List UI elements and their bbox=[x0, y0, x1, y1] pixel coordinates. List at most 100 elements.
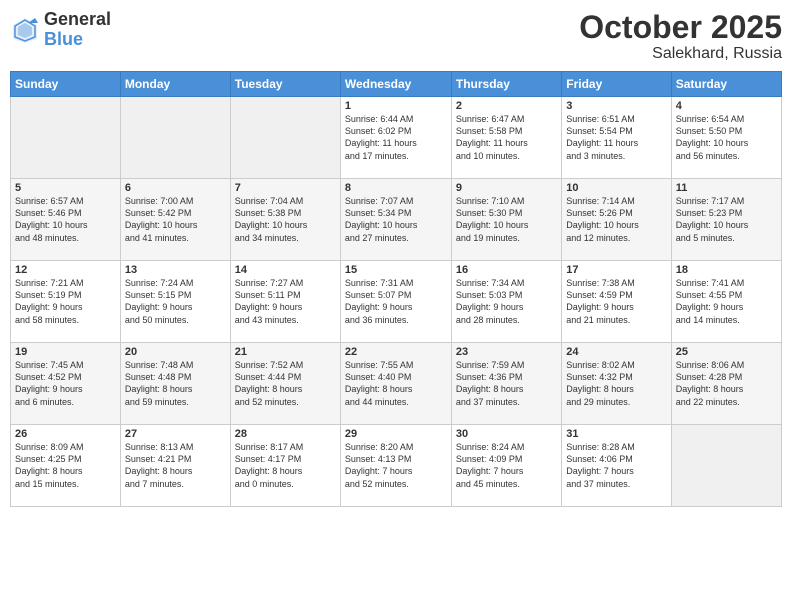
day-cell: 11Sunrise: 7:17 AM Sunset: 5:23 PM Dayli… bbox=[671, 179, 781, 261]
day-info: Sunrise: 6:51 AM Sunset: 5:54 PM Dayligh… bbox=[566, 113, 666, 162]
day-cell: 21Sunrise: 7:52 AM Sunset: 4:44 PM Dayli… bbox=[230, 343, 340, 425]
day-number: 19 bbox=[15, 346, 116, 358]
day-cell: 16Sunrise: 7:34 AM Sunset: 5:03 PM Dayli… bbox=[451, 261, 561, 343]
day-number: 25 bbox=[676, 346, 777, 358]
col-monday: Monday bbox=[120, 72, 230, 97]
col-thursday: Thursday bbox=[451, 72, 561, 97]
day-cell: 26Sunrise: 8:09 AM Sunset: 4:25 PM Dayli… bbox=[11, 425, 121, 507]
day-info: Sunrise: 7:21 AM Sunset: 5:19 PM Dayligh… bbox=[15, 277, 116, 326]
day-number: 18 bbox=[676, 264, 777, 276]
day-cell: 25Sunrise: 8:06 AM Sunset: 4:28 PM Dayli… bbox=[671, 343, 781, 425]
day-cell: 6Sunrise: 7:00 AM Sunset: 5:42 PM Daylig… bbox=[120, 179, 230, 261]
day-info: Sunrise: 7:17 AM Sunset: 5:23 PM Dayligh… bbox=[676, 195, 777, 244]
day-cell: 12Sunrise: 7:21 AM Sunset: 5:19 PM Dayli… bbox=[11, 261, 121, 343]
day-cell: 20Sunrise: 7:48 AM Sunset: 4:48 PM Dayli… bbox=[120, 343, 230, 425]
week-row-2: 12Sunrise: 7:21 AM Sunset: 5:19 PM Dayli… bbox=[11, 261, 782, 343]
day-info: Sunrise: 7:07 AM Sunset: 5:34 PM Dayligh… bbox=[345, 195, 447, 244]
day-number: 14 bbox=[235, 264, 336, 276]
day-info: Sunrise: 7:52 AM Sunset: 4:44 PM Dayligh… bbox=[235, 359, 336, 408]
day-info: Sunrise: 8:02 AM Sunset: 4:32 PM Dayligh… bbox=[566, 359, 666, 408]
calendar-body: 1Sunrise: 6:44 AM Sunset: 6:02 PM Daylig… bbox=[11, 97, 782, 507]
day-info: Sunrise: 7:00 AM Sunset: 5:42 PM Dayligh… bbox=[125, 195, 226, 244]
logo-general-text: General bbox=[44, 10, 111, 30]
day-info: Sunrise: 6:47 AM Sunset: 5:58 PM Dayligh… bbox=[456, 113, 557, 162]
col-saturday: Saturday bbox=[671, 72, 781, 97]
day-info: Sunrise: 7:45 AM Sunset: 4:52 PM Dayligh… bbox=[15, 359, 116, 408]
week-row-3: 19Sunrise: 7:45 AM Sunset: 4:52 PM Dayli… bbox=[11, 343, 782, 425]
day-number: 2 bbox=[456, 100, 557, 112]
day-number: 5 bbox=[15, 182, 116, 194]
col-wednesday: Wednesday bbox=[340, 72, 451, 97]
day-cell: 18Sunrise: 7:41 AM Sunset: 4:55 PM Dayli… bbox=[671, 261, 781, 343]
header: General Blue October 2025 Salekhard, Rus… bbox=[10, 10, 782, 63]
page: General Blue October 2025 Salekhard, Rus… bbox=[0, 0, 792, 612]
day-info: Sunrise: 7:38 AM Sunset: 4:59 PM Dayligh… bbox=[566, 277, 666, 326]
day-number: 26 bbox=[15, 428, 116, 440]
day-cell: 14Sunrise: 7:27 AM Sunset: 5:11 PM Dayli… bbox=[230, 261, 340, 343]
day-number: 7 bbox=[235, 182, 336, 194]
day-number: 9 bbox=[456, 182, 557, 194]
logo-text: General Blue bbox=[44, 10, 111, 50]
day-cell: 22Sunrise: 7:55 AM Sunset: 4:40 PM Dayli… bbox=[340, 343, 451, 425]
day-info: Sunrise: 7:24 AM Sunset: 5:15 PM Dayligh… bbox=[125, 277, 226, 326]
day-info: Sunrise: 8:13 AM Sunset: 4:21 PM Dayligh… bbox=[125, 441, 226, 490]
day-cell: 4Sunrise: 6:54 AM Sunset: 5:50 PM Daylig… bbox=[671, 97, 781, 179]
day-number: 6 bbox=[125, 182, 226, 194]
day-cell bbox=[230, 97, 340, 179]
day-info: Sunrise: 7:55 AM Sunset: 4:40 PM Dayligh… bbox=[345, 359, 447, 408]
day-info: Sunrise: 7:27 AM Sunset: 5:11 PM Dayligh… bbox=[235, 277, 336, 326]
day-cell bbox=[671, 425, 781, 507]
day-number: 1 bbox=[345, 100, 447, 112]
day-number: 12 bbox=[15, 264, 116, 276]
day-cell: 23Sunrise: 7:59 AM Sunset: 4:36 PM Dayli… bbox=[451, 343, 561, 425]
day-number: 22 bbox=[345, 346, 447, 358]
day-info: Sunrise: 8:09 AM Sunset: 4:25 PM Dayligh… bbox=[15, 441, 116, 490]
calendar-table: Sunday Monday Tuesday Wednesday Thursday… bbox=[10, 71, 782, 507]
day-number: 20 bbox=[125, 346, 226, 358]
day-cell: 10Sunrise: 7:14 AM Sunset: 5:26 PM Dayli… bbox=[562, 179, 671, 261]
day-cell: 31Sunrise: 8:28 AM Sunset: 4:06 PM Dayli… bbox=[562, 425, 671, 507]
day-cell: 19Sunrise: 7:45 AM Sunset: 4:52 PM Dayli… bbox=[11, 343, 121, 425]
day-number: 13 bbox=[125, 264, 226, 276]
week-row-4: 26Sunrise: 8:09 AM Sunset: 4:25 PM Dayli… bbox=[11, 425, 782, 507]
day-info: Sunrise: 7:10 AM Sunset: 5:30 PM Dayligh… bbox=[456, 195, 557, 244]
day-info: Sunrise: 8:20 AM Sunset: 4:13 PM Dayligh… bbox=[345, 441, 447, 490]
day-number: 24 bbox=[566, 346, 666, 358]
month-title: October 2025 bbox=[579, 10, 782, 45]
calendar-header: Sunday Monday Tuesday Wednesday Thursday… bbox=[11, 72, 782, 97]
day-cell bbox=[11, 97, 121, 179]
day-info: Sunrise: 7:41 AM Sunset: 4:55 PM Dayligh… bbox=[676, 277, 777, 326]
day-number: 21 bbox=[235, 346, 336, 358]
day-info: Sunrise: 6:57 AM Sunset: 5:46 PM Dayligh… bbox=[15, 195, 116, 244]
logo: General Blue bbox=[10, 10, 111, 50]
day-cell: 2Sunrise: 6:47 AM Sunset: 5:58 PM Daylig… bbox=[451, 97, 561, 179]
day-cell bbox=[120, 97, 230, 179]
day-cell: 9Sunrise: 7:10 AM Sunset: 5:30 PM Daylig… bbox=[451, 179, 561, 261]
day-cell: 28Sunrise: 8:17 AM Sunset: 4:17 PM Dayli… bbox=[230, 425, 340, 507]
day-number: 23 bbox=[456, 346, 557, 358]
day-info: Sunrise: 7:04 AM Sunset: 5:38 PM Dayligh… bbox=[235, 195, 336, 244]
day-number: 30 bbox=[456, 428, 557, 440]
day-info: Sunrise: 8:28 AM Sunset: 4:06 PM Dayligh… bbox=[566, 441, 666, 490]
day-number: 29 bbox=[345, 428, 447, 440]
day-number: 4 bbox=[676, 100, 777, 112]
day-cell: 7Sunrise: 7:04 AM Sunset: 5:38 PM Daylig… bbox=[230, 179, 340, 261]
day-info: Sunrise: 7:31 AM Sunset: 5:07 PM Dayligh… bbox=[345, 277, 447, 326]
day-info: Sunrise: 6:54 AM Sunset: 5:50 PM Dayligh… bbox=[676, 113, 777, 162]
day-number: 10 bbox=[566, 182, 666, 194]
week-row-1: 5Sunrise: 6:57 AM Sunset: 5:46 PM Daylig… bbox=[11, 179, 782, 261]
day-info: Sunrise: 7:14 AM Sunset: 5:26 PM Dayligh… bbox=[566, 195, 666, 244]
logo-icon bbox=[10, 15, 40, 45]
col-sunday: Sunday bbox=[11, 72, 121, 97]
day-cell: 29Sunrise: 8:20 AM Sunset: 4:13 PM Dayli… bbox=[340, 425, 451, 507]
day-cell: 27Sunrise: 8:13 AM Sunset: 4:21 PM Dayli… bbox=[120, 425, 230, 507]
day-cell: 1Sunrise: 6:44 AM Sunset: 6:02 PM Daylig… bbox=[340, 97, 451, 179]
col-friday: Friday bbox=[562, 72, 671, 97]
day-number: 31 bbox=[566, 428, 666, 440]
col-tuesday: Tuesday bbox=[230, 72, 340, 97]
day-cell: 8Sunrise: 7:07 AM Sunset: 5:34 PM Daylig… bbox=[340, 179, 451, 261]
day-number: 28 bbox=[235, 428, 336, 440]
location: Salekhard, Russia bbox=[579, 45, 782, 63]
day-number: 11 bbox=[676, 182, 777, 194]
day-info: Sunrise: 8:24 AM Sunset: 4:09 PM Dayligh… bbox=[456, 441, 557, 490]
